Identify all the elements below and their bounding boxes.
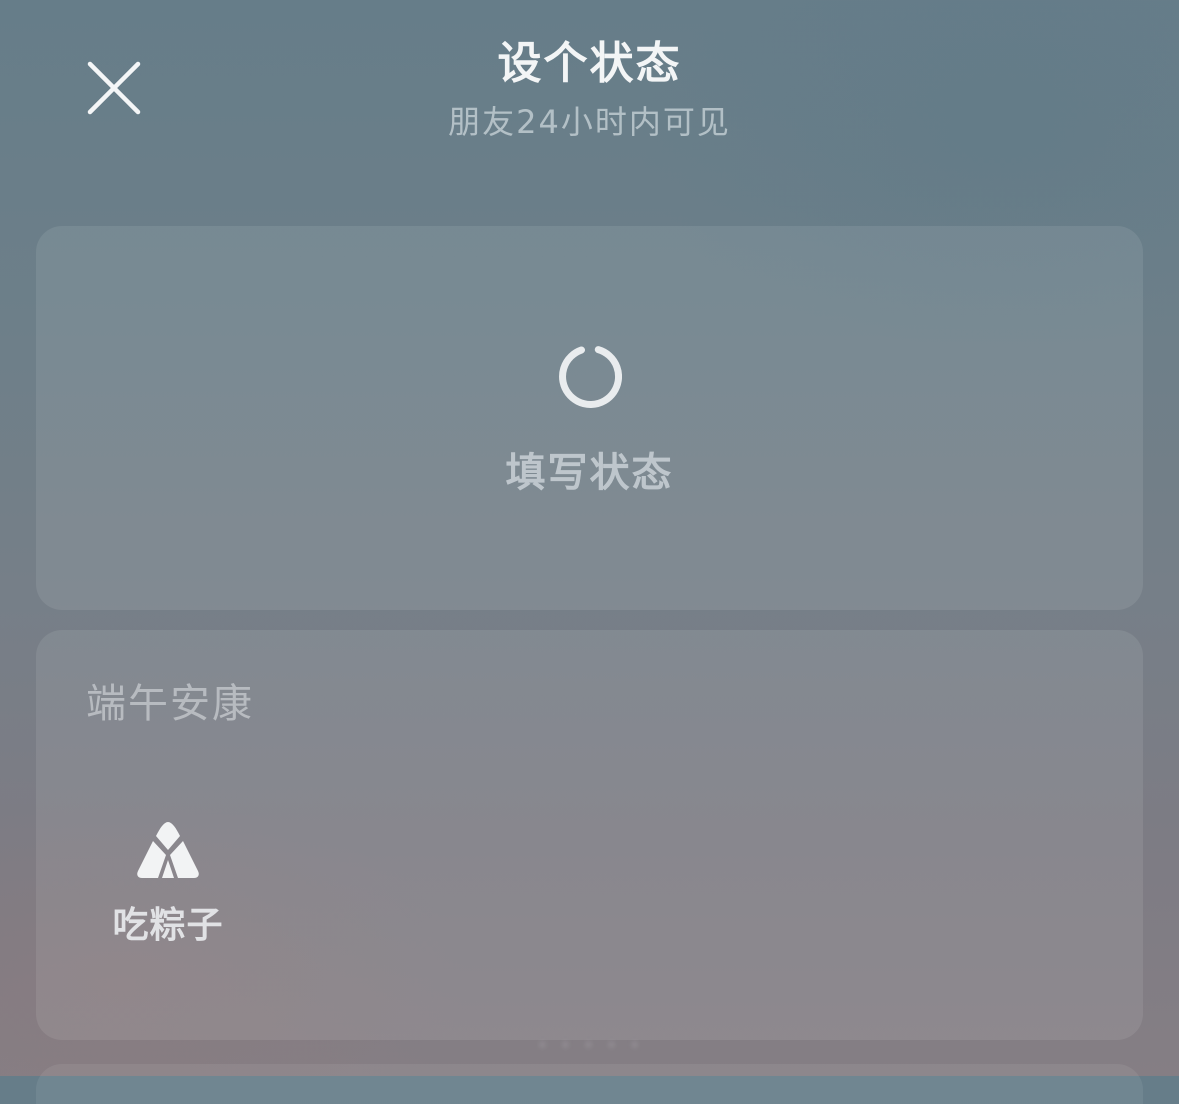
page-title: 设个状态 (497, 38, 682, 89)
compose-status-card[interactable] (36, 226, 1143, 610)
loading-spinner-icon (559, 346, 622, 408)
status-option-eat-zongzi[interactable]: 吃粽子 (96, 808, 240, 958)
header: 设个状态 朋友24小时内可见 (0, 0, 1179, 170)
zongzi-icon (137, 822, 199, 878)
section-title: 端午安康 (86, 681, 254, 727)
blurred-background-text: · · · · · (537, 1028, 642, 1063)
next-section-card (36, 1064, 1143, 1104)
compose-status-label: 填写状态 (505, 450, 674, 496)
page-subtitle: 朋友24小时内可见 (448, 103, 731, 141)
status-option-label: 吃粽子 (112, 905, 224, 946)
